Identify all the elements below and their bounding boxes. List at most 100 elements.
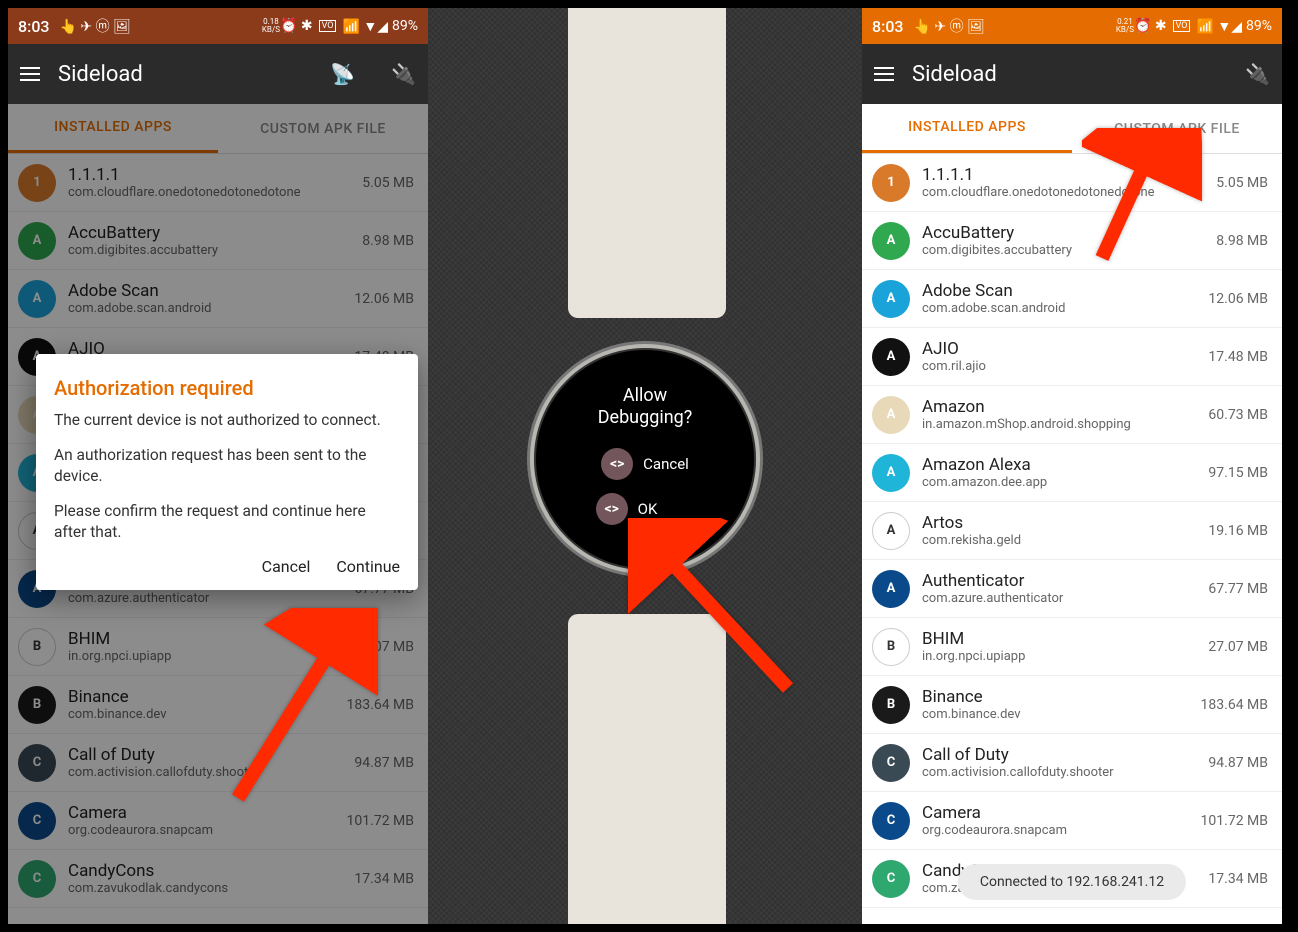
menu-icon[interactable] <box>874 67 894 81</box>
app-list-item[interactable]: A Amazon Alexacom.amazon.dee.app 97.15 MB <box>862 444 1282 502</box>
app-icon: C <box>872 744 910 782</box>
app-name: Artos <box>922 513 1200 533</box>
app-icon: A <box>872 396 910 434</box>
app-package: com.activision.callofduty.shooter <box>922 765 1200 780</box>
app-name: Amazon <box>922 397 1200 417</box>
tab-custom-apk[interactable]: CUSTOM APK FILE <box>1072 104 1282 153</box>
app-package: com.adobe.scan.android <box>922 301 1200 316</box>
app-size: 97.15 MB <box>1208 465 1268 481</box>
app-icon: A <box>872 512 910 550</box>
app-icon: B <box>872 628 910 666</box>
app-package: com.azure.authenticator <box>922 591 1200 606</box>
app-list-item[interactable]: A AccuBatterycom.digibites.accubattery 8.9… <box>862 212 1282 270</box>
app-name: Binance <box>922 687 1193 707</box>
app-list-item[interactable]: A Adobe Scancom.adobe.scan.android 12.06 M… <box>862 270 1282 328</box>
app-icon: C <box>872 860 910 898</box>
menu-icon[interactable] <box>20 67 40 81</box>
app-size: 60.73 MB <box>1208 407 1268 423</box>
app-package: in.amazon.mShop.android.shopping <box>922 417 1200 432</box>
watch-band <box>568 8 726 318</box>
connection-icon[interactable]: 🔌 <box>1245 62 1270 86</box>
app-icon: A <box>872 222 910 260</box>
connection-toast: Connected to 192.168.241.12 <box>958 864 1186 900</box>
app-size: 19.16 MB <box>1208 523 1268 539</box>
app-list-item[interactable]: 1 1.1.1.1com.cloudflare.onedotonedotonedo… <box>862 154 1282 212</box>
app-package: com.cloudflare.onedotonedotonedotone <box>922 185 1208 200</box>
app-list-item[interactable]: A AJIOcom.ril.ajio 17.48 MB <box>862 328 1282 386</box>
app-size: 17.34 MB <box>1208 871 1268 887</box>
app-name: Camera <box>922 803 1193 823</box>
smartwatch: AllowDebugging? <> Cancel <> OK <box>530 344 760 574</box>
app-size: 67.77 MB <box>1208 581 1268 597</box>
tabs: INSTALLED APPS CUSTOM APK FILE <box>862 104 1282 154</box>
app-size: 17.48 MB <box>1208 349 1268 365</box>
app-size: 5.05 MB <box>1216 175 1268 191</box>
watch-panel: AllowDebugging? <> Cancel <> OK <box>428 8 862 924</box>
app-name: Adobe Scan <box>922 281 1200 301</box>
app-package: com.rekisha.geld <box>922 533 1200 548</box>
app-name: Amazon Alexa <box>922 455 1200 475</box>
dialog-text-2: An authorization request has been sent t… <box>54 445 400 487</box>
app-bar: Sideload 📡 🔌 <box>8 44 428 104</box>
app-package: com.binance.dev <box>922 707 1193 722</box>
tab-installed-apps[interactable]: INSTALLED APPS <box>862 104 1072 153</box>
app-package: org.codeaurora.snapcam <box>922 823 1193 838</box>
app-list-item[interactable]: A Artoscom.rekisha.geld 19.16 MB <box>862 502 1282 560</box>
app-icon: B <box>872 686 910 724</box>
battery-text: 89% <box>392 18 418 34</box>
app-name: AJIO <box>922 339 1200 359</box>
status-bar: 8:03 👆 ✈ ⓜ 🖼 0.18KB/S ⏰ ✱ VO 📶 ▼◢ 89% <box>8 8 428 44</box>
app-list-item[interactable]: B BHIMin.org.npci.upiapp 27.07 MB <box>862 618 1282 676</box>
app-title: Sideload <box>58 62 312 87</box>
app-name: Call of Duty <box>922 745 1200 765</box>
app-title: Sideload <box>912 62 1227 87</box>
app-size: 94.87 MB <box>1208 755 1268 771</box>
app-size: 8.98 MB <box>1216 233 1268 249</box>
app-list-item[interactable]: C Call of Dutycom.activision.callofduty.s… <box>862 734 1282 792</box>
watch-band <box>568 614 726 924</box>
continue-button[interactable]: Continue <box>336 557 400 576</box>
app-list-item[interactable]: C Cameraorg.codeaurora.snapcam 101.72 MB <box>862 792 1282 850</box>
watch-ok-button[interactable]: <> OK <box>593 490 698 528</box>
app-name: AccuBattery <box>922 223 1208 243</box>
app-icon: 1 <box>872 164 910 202</box>
app-icon: A <box>872 338 910 376</box>
phone-right: 8:03 👆 ✈ ⓜ 🖼 0.21KB/S ⏰ ✱ VO 📶 ▼◢ 89% Si… <box>862 8 1282 924</box>
cancel-button[interactable]: Cancel <box>262 557 311 576</box>
app-icon: A <box>872 280 910 318</box>
app-bar: Sideload 🔌 <box>862 44 1282 104</box>
dialog-text-3: Please confirm the request and continue … <box>54 501 400 543</box>
app-package: com.ril.ajio <box>922 359 1200 374</box>
app-size: 101.72 MB <box>1201 813 1268 829</box>
app-size: 12.06 MB <box>1208 291 1268 307</box>
dialog-text-1: The current device is not authorized to … <box>54 410 400 431</box>
status-bar: 8:03 👆 ✈ ⓜ 🖼 0.21KB/S ⏰ ✱ VO 📶 ▼◢ 89% <box>862 8 1282 44</box>
app-list-item[interactable]: A Amazonin.amazon.mShop.android.shopping 6… <box>862 386 1282 444</box>
clock: 8:03 <box>872 17 904 36</box>
authorization-dialog: Authorization required The current devic… <box>36 354 418 590</box>
watch-cancel-button[interactable]: <> Cancel <box>601 448 689 480</box>
phone-left: 8:03 👆 ✈ ⓜ 🖼 0.18KB/S ⏰ ✱ VO 📶 ▼◢ 89% Si… <box>8 8 428 924</box>
app-icon: C <box>872 802 910 840</box>
clock: 8:03 <box>18 17 50 36</box>
app-name: Authenticator <box>922 571 1200 591</box>
app-size: 183.64 MB <box>1201 697 1268 713</box>
dialog-title: Authorization required <box>54 376 400 400</box>
remote-icon[interactable]: 📡 <box>330 62 355 86</box>
app-icon: A <box>872 570 910 608</box>
app-list: 1 1.1.1.1com.cloudflare.onedotonedotonedo… <box>862 154 1282 908</box>
app-name: 1.1.1.1 <box>922 165 1208 185</box>
app-list-item[interactable]: B Binancecom.binance.dev 183.64 MB <box>862 676 1282 734</box>
connection-icon[interactable]: 🔌 <box>391 62 416 86</box>
code-icon: <> <box>601 448 633 480</box>
app-package: in.org.npci.upiapp <box>922 649 1200 664</box>
app-name: BHIM <box>922 629 1200 649</box>
code-icon: <> <box>596 493 628 525</box>
app-list-item[interactable]: A Authenticatorcom.azure.authenticator 67.… <box>862 560 1282 618</box>
watch-prompt-title: AllowDebugging? <box>598 385 693 428</box>
app-size: 27.07 MB <box>1208 639 1268 655</box>
app-package: com.amazon.dee.app <box>922 475 1200 490</box>
app-package: com.digibites.accubattery <box>922 243 1208 258</box>
app-icon: A <box>872 454 910 492</box>
battery-text: 89% <box>1246 18 1272 34</box>
